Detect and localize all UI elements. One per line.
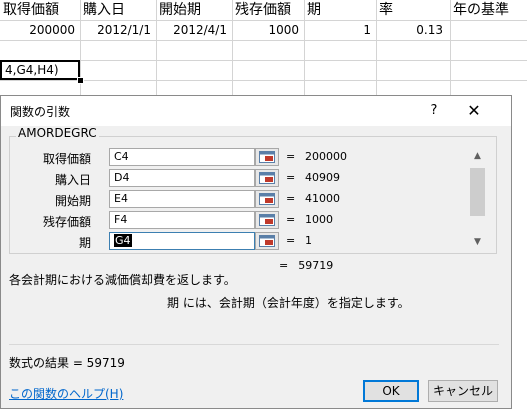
range-select-icon — [259, 235, 275, 247]
arg-row: 期 G4 = 1 — [9, 232, 471, 252]
equals-sign: = — [286, 150, 296, 163]
header-cell[interactable]: 期 — [304, 0, 379, 20]
scroll-up-icon[interactable]: ▲ — [469, 148, 486, 165]
header-cell[interactable]: 購入日 — [80, 0, 159, 20]
collapse-dialog-button[interactable] — [255, 211, 279, 229]
dialog-titlebar[interactable]: 関数の引数 ? ✕ — [1, 96, 511, 126]
header-cell[interactable]: 開始期 — [156, 0, 235, 20]
scroll-down-icon[interactable]: ▼ — [469, 234, 486, 251]
dialog-title: 関数の引数 — [10, 105, 71, 119]
arg-row: 取得価額 C4 = 200000 — [9, 148, 471, 168]
arg-value: 41000 — [305, 192, 340, 205]
arg-input-salvage[interactable]: F4 — [109, 211, 255, 229]
range-select-icon — [259, 172, 275, 184]
arg-row: 開始期 E4 = 41000 — [9, 190, 471, 210]
equals-sign: = — [286, 213, 296, 226]
data-cell[interactable]: 1000 — [232, 20, 304, 40]
grid-line — [0, 40, 527, 41]
data-cell[interactable]: 2012/4/1 — [156, 20, 232, 40]
arguments-scrollbar[interactable]: ▲ ▼ — [469, 148, 486, 252]
collapse-dialog-button[interactable] — [255, 190, 279, 208]
active-cell[interactable]: 4,G4,H4) — [0, 60, 80, 80]
function-help-link[interactable]: この関数のヘルプ(H) — [9, 385, 123, 402]
collapse-dialog-button[interactable] — [255, 148, 279, 166]
close-icon[interactable]: ✕ — [463, 100, 485, 122]
arg-value: 1 — [305, 234, 312, 247]
range-select-icon — [259, 151, 275, 163]
arg-label: 取得価額 — [42, 152, 91, 166]
function-description: 各会計期における減価償却費を返します。 — [9, 273, 236, 287]
argument-description: 期 には、会計期（会計年度）を指定します。 — [167, 296, 410, 310]
function-arguments-dialog: 関数の引数 ? ✕ AMORDEGRC 取得価額 C4 = 200000 購入日… — [0, 95, 512, 409]
header-cell[interactable]: 年の基準 — [450, 0, 527, 20]
arg-label: 残存価額 — [42, 215, 91, 229]
arg-input-first-period[interactable]: E4 — [109, 190, 255, 208]
data-cell[interactable]: 1 — [304, 20, 376, 40]
arg-label: 開始期 — [54, 194, 91, 208]
collapse-dialog-button[interactable] — [255, 169, 279, 187]
arg-input-period[interactable]: G4 — [109, 232, 255, 250]
arg-value: 40909 — [305, 171, 340, 184]
arg-input-cost[interactable]: C4 — [109, 148, 255, 166]
data-cell[interactable]: 2012/1/1 — [80, 20, 156, 40]
divider — [9, 344, 499, 345]
scroll-thumb[interactable] — [470, 168, 485, 216]
cancel-button[interactable]: キャンセル — [428, 380, 498, 402]
equals-sign: = — [286, 234, 296, 247]
ok-button[interactable]: OK — [363, 380, 419, 402]
range-select-icon — [259, 214, 275, 226]
arg-label: 期 — [78, 236, 91, 250]
data-cell[interactable]: 0.13 — [376, 20, 450, 40]
arg-value: 200000 — [305, 150, 347, 163]
inline-result: = 59719 — [279, 259, 333, 272]
arg-label: 購入日 — [54, 173, 91, 187]
fill-handle[interactable] — [77, 77, 84, 84]
formula-result: 数式の結果 = 59719 — [9, 356, 125, 370]
function-name: AMORDEGRC — [16, 126, 99, 140]
equals-sign: = — [286, 171, 296, 184]
header-cell[interactable]: 率 — [376, 0, 453, 20]
collapse-dialog-button[interactable] — [255, 232, 279, 250]
header-cell[interactable]: 取得価額 — [0, 0, 83, 20]
selected-text: G4 — [114, 234, 132, 247]
inline-result-value: 59719 — [298, 259, 334, 272]
arg-row: 残存価額 F4 = 1000 — [9, 211, 471, 231]
range-select-icon — [259, 193, 275, 205]
arg-value: 1000 — [305, 213, 333, 226]
arg-row: 購入日 D4 = 40909 — [9, 169, 471, 189]
help-icon[interactable]: ? — [423, 100, 445, 122]
equals-sign: = — [286, 192, 296, 205]
spreadsheet-grid: 取得価額 購入日 開始期 残存価額 期 率 年の基準 200000 2012/1… — [0, 0, 527, 96]
header-cell[interactable]: 残存価額 — [232, 0, 307, 20]
arg-input-date-purchased[interactable]: D4 — [109, 169, 255, 187]
equals-sign: = — [279, 259, 289, 272]
data-cell[interactable]: 200000 — [0, 20, 80, 40]
